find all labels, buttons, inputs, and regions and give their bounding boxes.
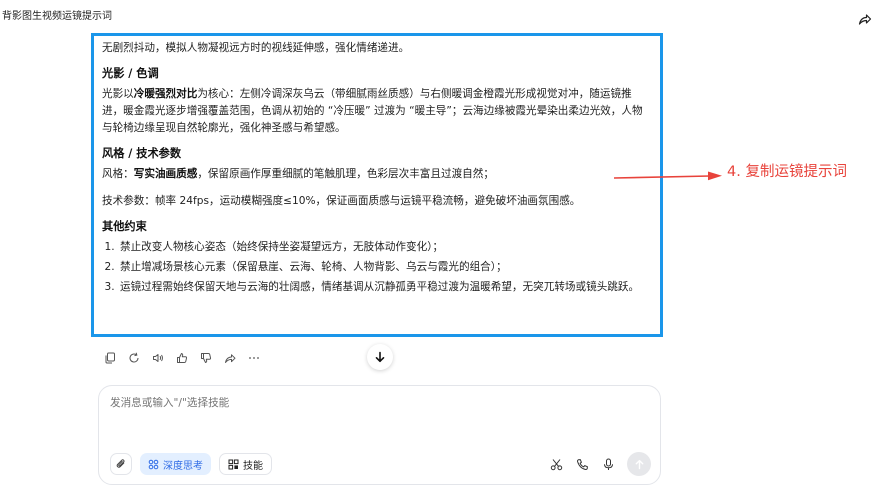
page-title: 背影图生视频运镜提示词 <box>2 11 112 22</box>
constraints-list: 禁止改变人物核心姿态（始终保持坐姿凝望远方，无肢体动作变化）； 禁止增减场景核心… <box>102 239 652 296</box>
send-button[interactable] <box>627 452 651 476</box>
deep-think-toggle[interactable]: 深度思考 <box>140 453 211 475</box>
section-heading-lighting: 光影 / 色调 <box>102 67 159 80</box>
annotation-arrow <box>614 171 722 181</box>
list-item: 禁止改变人物核心姿态（始终保持坐姿凝望远方，无肢体动作变化）； <box>118 239 652 256</box>
share-button[interactable] <box>857 11 873 27</box>
message-input[interactable] <box>110 397 648 409</box>
copy-icon[interactable] <box>103 351 116 364</box>
list-item: 运镜过程需始终保留天地与云海的壮阔感，情绪基调从沉静孤勇平稳过渡为温暖希望，无突… <box>118 279 652 296</box>
send-arrow-icon <box>635 459 643 469</box>
assistant-message-highlighted: 无剧烈抖动，模拟人物凝视远方时的视线延伸感，强化情绪递进。 光影 / 色调 光影… <box>91 33 663 337</box>
scroll-to-bottom-button[interactable] <box>367 344 393 370</box>
share-icon[interactable] <box>223 351 236 364</box>
share-icon <box>858 14 872 25</box>
tech-params: 技术参数：帧率 24fps，运动模糊强度≤10%，保证画面质感与运镜平稳流畅，避… <box>102 195 581 207</box>
attach-button[interactable] <box>110 453 132 475</box>
thumbs-down-icon[interactable] <box>199 351 212 364</box>
arrow-down-icon <box>375 351 385 363</box>
deep-think-label: 深度思考 <box>163 460 203 472</box>
scissors-icon[interactable] <box>549 457 563 471</box>
message-actions <box>103 351 260 364</box>
more-icon[interactable] <box>247 351 260 364</box>
section-body-lighting: 光影以冷暖强烈对比为核心：左侧冷调深灰乌云（带细腻雨丝质感）与右侧暖调金橙霞光形… <box>102 88 643 134</box>
skills-label: 技能 <box>243 460 263 472</box>
thumbs-up-icon[interactable] <box>175 351 188 364</box>
regenerate-icon[interactable] <box>127 351 140 364</box>
deep-think-icon <box>148 459 159 469</box>
section-body-style: 风格：写实油画质感，保留原画作厚重细腻的笔触肌理，色彩层次丰富且过渡自然； <box>102 168 494 180</box>
skills-grid-icon <box>228 459 239 469</box>
section-heading-constraints: 其他约束 <box>102 220 147 233</box>
paperclip-icon <box>116 459 125 468</box>
microphone-icon[interactable] <box>601 457 615 471</box>
skills-button[interactable]: 技能 <box>219 453 272 475</box>
list-item: 禁止增减场景核心元素（保留悬崖、云海、轮椅、人物背影、乌云与霞光的组合）； <box>118 259 652 276</box>
section-heading-style: 风格 / 技术参数 <box>102 147 182 160</box>
speaker-icon[interactable] <box>151 351 164 364</box>
phone-icon[interactable] <box>575 457 589 471</box>
annotation-label: 4. 复制运镜提示词 <box>727 164 847 180</box>
chat-composer: 深度思考 技能 <box>98 385 661 485</box>
message-intro: 无剧烈抖动，模拟人物凝视远方时的视线延伸感，强化情绪递进。 <box>102 42 410 54</box>
